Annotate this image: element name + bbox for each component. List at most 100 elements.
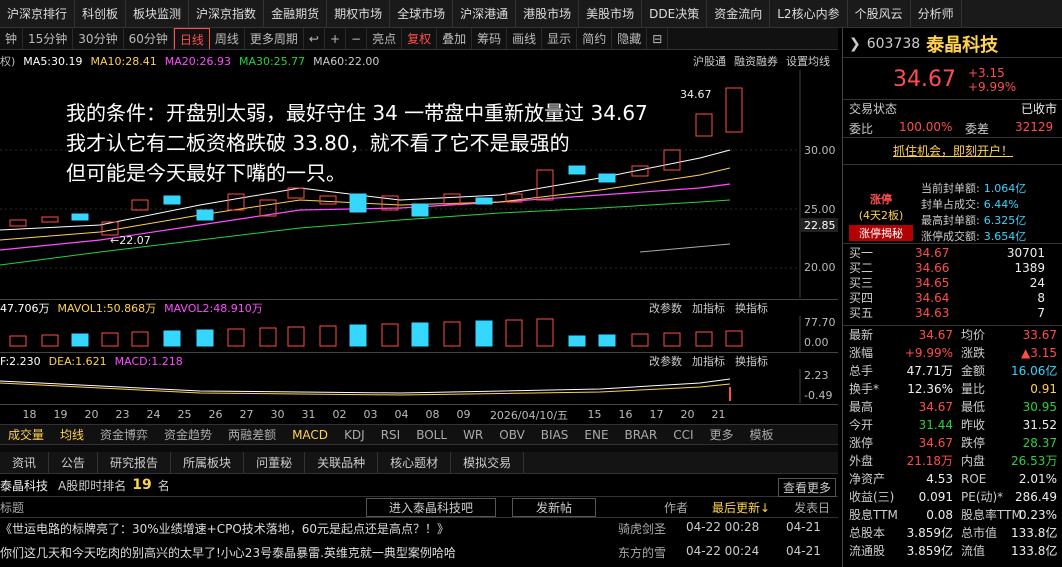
news-tab-7[interactable]: 模拟交易 xyxy=(451,452,525,473)
vol-edit-params[interactable]: 改参数 xyxy=(649,300,682,316)
indicator-tab-8[interactable]: BOLL xyxy=(408,428,455,442)
order-book-row[interactable]: 买一 34.67 30701 xyxy=(843,246,1062,261)
link-set-ma[interactable]: 设置均线 xyxy=(786,53,830,69)
toolbar-item-12[interactable]: 叠加 xyxy=(437,28,473,49)
indicator-tab-0[interactable]: 成交量 xyxy=(0,426,52,443)
nav-item-9[interactable]: 美股市场 xyxy=(579,0,643,27)
indicator-tab-13[interactable]: BRAR xyxy=(617,428,666,442)
macd-switch-indicator[interactable]: 换指标 xyxy=(735,353,768,369)
indicator-tab-3[interactable]: 资金趋势 xyxy=(156,426,220,443)
nav-item-2[interactable]: 板块监测 xyxy=(126,0,190,27)
macd-chart[interactable]: 2.23 -0.49 xyxy=(0,369,838,403)
indicator-tab-16[interactable]: 模板 xyxy=(742,426,782,443)
indicator-tab-11[interactable]: BIAS xyxy=(533,428,577,442)
indicator-tab-12[interactable]: ENE xyxy=(576,428,616,442)
link-margin[interactable]: 融资融券 xyxy=(734,53,778,69)
ma60-label: MA60:22.00 xyxy=(313,54,380,68)
toolbar-item-0[interactable]: 钟 xyxy=(0,28,24,49)
news-tab-1[interactable]: 公告 xyxy=(49,452,99,473)
news-title[interactable]: 《世运电路的标牌亮了：30%业绩增速+CPO技术落地，60元是起点还是高点？！》 xyxy=(0,520,610,537)
limit-reveal-button[interactable]: 涨停揭秘 xyxy=(849,225,913,241)
indicator-tab-14[interactable]: CCI xyxy=(665,428,701,442)
post-button[interactable]: 发新帖 xyxy=(512,497,596,517)
indicator-tab-2[interactable]: 资金博弈 xyxy=(92,426,156,443)
order-book-row[interactable]: 买四 34.64 8 xyxy=(843,291,1062,306)
toolbar-item-16[interactable]: 简约 xyxy=(577,28,613,49)
news-title[interactable]: 你们这几天和今天吃肉的别高兴的太早了!小心23号泰晶暴雷.英维克就一典型案例哈哈 xyxy=(0,544,610,561)
link-hgt[interactable]: 沪股通 xyxy=(693,53,726,69)
toolbar-item-7[interactable]: ↩ xyxy=(304,28,325,49)
x-tick-18: 17 xyxy=(649,408,664,421)
order-book-row[interactable]: 买二 34.66 1389 xyxy=(843,261,1062,276)
macd-edit-params[interactable]: 改参数 xyxy=(649,353,682,369)
quote-value: 133.8亿 xyxy=(1011,544,1058,558)
nav-item-13[interactable]: 个股风云 xyxy=(848,0,911,27)
bid-level: 买三 xyxy=(849,276,874,290)
volume-svg: 77.70 0.00 xyxy=(9,316,836,352)
vol-switch-indicator[interactable]: 换指标 xyxy=(735,300,768,316)
macd-add-indicator[interactable]: 加指标 xyxy=(692,353,725,369)
toolbar-item-13[interactable]: 筹码 xyxy=(472,28,508,49)
nav-item-12[interactable]: L2核心内参 xyxy=(770,0,848,27)
toolbar-item-18[interactable]: ⊟ xyxy=(647,28,669,49)
nav-item-10[interactable]: DDE决策 xyxy=(642,0,708,27)
col-latest[interactable]: 最后更新↓ xyxy=(712,499,794,516)
kline-chart[interactable]: 34.67 ←22.07 30.00 25.00 22.85 20.00 我的条… xyxy=(0,70,838,298)
nav-item-14[interactable]: 分析师 xyxy=(911,0,962,27)
enter-bar-button[interactable]: 进入泰晶科技吧 xyxy=(366,497,496,517)
toolbar-item-11[interactable]: 复权 xyxy=(402,28,438,49)
indicator-tab-9[interactable]: WR xyxy=(455,428,491,442)
news-row[interactable]: 你们这几天和今天吃肉的别高兴的太早了!小心23号泰晶暴雷.英维克就一典型案例哈哈… xyxy=(0,544,838,566)
toolbar-item-9[interactable]: − xyxy=(346,28,368,49)
news-row[interactable]: 《世运电路的标牌亮了：30%业绩增速+CPO技术落地，60元是起点还是高点？！》… xyxy=(0,520,838,542)
nav-item-8[interactable]: 港股市场 xyxy=(516,0,580,27)
order-book-row[interactable]: 买三 34.65 24 xyxy=(843,276,1062,291)
view-more-button[interactable]: 查看更多 xyxy=(778,478,837,497)
toolbar-item-10[interactable]: 亮点 xyxy=(367,28,403,49)
nav-item-5[interactable]: 期权市场 xyxy=(327,0,391,27)
toolbar-item-14[interactable]: 画线 xyxy=(507,28,543,49)
indicator-tab-7[interactable]: RSI xyxy=(373,428,409,442)
macd-tick-bottom: -0.49 xyxy=(804,389,832,402)
indicator-tab-6[interactable]: KDJ xyxy=(336,428,373,442)
nav-item-4[interactable]: 金融期货 xyxy=(264,0,328,27)
nav-item-1[interactable]: 科创板 xyxy=(75,0,127,27)
news-tab-2[interactable]: 研究报告 xyxy=(98,452,172,473)
nav-item-7[interactable]: 沪深港通 xyxy=(453,0,517,27)
quote-value: 286.49 xyxy=(1015,490,1057,504)
indicator-tabs: 成交量 均线 资金博弈 资金趋势 两融差额 MACD KDJ RSI BOLL WR OBV BIAS… xyxy=(0,424,838,444)
back-icon[interactable]: ❯ xyxy=(849,36,861,52)
toolbar-item-8[interactable]: + xyxy=(325,28,347,49)
toolbar-item-3[interactable]: 60分钟 xyxy=(124,28,174,49)
toolbar-item-15[interactable]: 显示 xyxy=(542,28,578,49)
volume-chart[interactable]: 77.70 0.00 xyxy=(0,316,838,352)
indicator-tab-15[interactable]: 更多 xyxy=(701,426,741,443)
toolbar-item-2[interactable]: 30分钟 xyxy=(73,28,124,49)
toolbar-item-4[interactable]: 日线 xyxy=(173,28,210,49)
news-tab-5[interactable]: 关联品种 xyxy=(305,452,379,473)
toolbar-item-5[interactable]: 周线 xyxy=(210,28,245,49)
news-tab-3[interactable]: 所属板块 xyxy=(171,452,245,473)
indicator-tab-4[interactable]: 两融差额 xyxy=(220,426,284,443)
vol-add-indicator[interactable]: 加指标 xyxy=(692,300,725,316)
toolbar-item-1[interactable]: 15分钟 xyxy=(23,28,74,49)
news-tab-6[interactable]: 核心题材 xyxy=(378,452,452,473)
quote-label: 流通股 xyxy=(849,544,886,558)
nav-item-11[interactable]: 资金流向 xyxy=(707,0,771,27)
promo-link[interactable]: 抓住机会，即刻开户！ xyxy=(893,144,1013,158)
quote-value: +9.99% xyxy=(904,346,953,360)
indicator-tab-10[interactable]: OBV xyxy=(491,428,533,442)
news-tab-4[interactable]: 问董秘 xyxy=(244,452,306,473)
stock-change-pct: +9.99% xyxy=(967,79,1017,94)
volume-bar xyxy=(475,320,493,347)
nav-item-0[interactable]: 沪深京排行 xyxy=(0,0,76,27)
indicator-tab-5[interactable]: MACD xyxy=(284,428,336,442)
order-book-row[interactable]: 买五 34.63 7 xyxy=(843,306,1062,321)
nav-item-3[interactable]: 沪深京指数 xyxy=(189,0,265,27)
nav-item-6[interactable]: 全球市场 xyxy=(390,0,454,27)
news-tab-0[interactable]: 资讯 xyxy=(0,452,50,473)
toolbar-item-6[interactable]: 更多周期 xyxy=(245,28,304,49)
toolbar-item-17[interactable]: 隐藏 xyxy=(612,28,648,49)
ma30-label: MA30:25.77 xyxy=(238,54,306,68)
indicator-tab-1[interactable]: 均线 xyxy=(52,426,92,443)
